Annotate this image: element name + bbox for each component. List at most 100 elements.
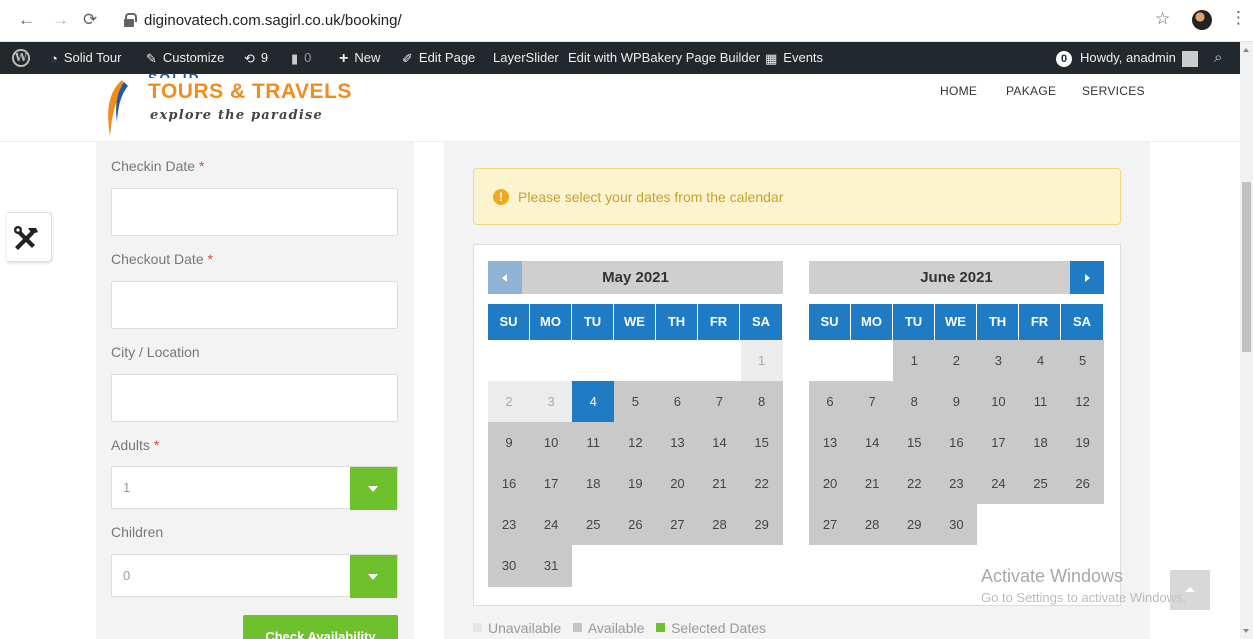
admin-site-link[interactable]: ◔ Solid Tour bbox=[50, 50, 121, 66]
day-cell[interactable]: 3 bbox=[977, 340, 1020, 382]
day-cell[interactable]: 8 bbox=[893, 381, 936, 423]
nav-services[interactable]: SERVICES bbox=[1082, 84, 1145, 98]
day-cell[interactable]: 27 bbox=[809, 504, 852, 546]
day-cell[interactable]: 9 bbox=[935, 381, 978, 423]
logo-title[interactable]: TOURS & TRAVELS bbox=[148, 80, 352, 104]
admin-comments-link[interactable]: ▮ 0 bbox=[291, 50, 311, 67]
day-cell[interactable]: 13 bbox=[656, 422, 699, 464]
profile-avatar[interactable] bbox=[1192, 10, 1212, 30]
page-scrollbar[interactable] bbox=[1240, 42, 1253, 639]
day-cell[interactable]: 25 bbox=[1019, 463, 1062, 505]
notification-badge[interactable]: 0 bbox=[1056, 50, 1072, 67]
day-cell[interactable]: 8 bbox=[740, 381, 783, 423]
day-cell[interactable]: 23 bbox=[488, 504, 531, 546]
day-cell[interactable]: 18 bbox=[1019, 422, 1062, 464]
required-mark: * bbox=[153, 437, 160, 453]
admin-events-link[interactable]: ▦ Events bbox=[765, 50, 823, 67]
prev-month-button[interactable] bbox=[488, 261, 522, 294]
forward-arrow-icon[interactable]: → bbox=[52, 10, 69, 30]
day-cell[interactable]: 21 bbox=[851, 463, 894, 505]
day-cell[interactable]: 21 bbox=[698, 463, 741, 505]
day-cell[interactable]: 30 bbox=[488, 545, 531, 587]
scrollbar-thumb[interactable] bbox=[1242, 182, 1251, 352]
day-cell[interactable]: 24 bbox=[530, 504, 573, 546]
day-cell[interactable]: 19 bbox=[1061, 422, 1104, 464]
day-cell[interactable]: 22 bbox=[893, 463, 936, 505]
scroll-to-top-button[interactable] bbox=[1170, 570, 1210, 610]
day-cell[interactable]: 9 bbox=[488, 422, 531, 464]
day-cell[interactable]: 31 bbox=[530, 545, 573, 587]
day-cell[interactable]: 6 bbox=[809, 381, 852, 423]
bookmark-star-icon[interactable]: ☆ bbox=[1155, 9, 1170, 29]
day-cell[interactable]: 18 bbox=[572, 463, 615, 505]
address-bar[interactable]: diginovatech.com.sagirl.co.uk/booking/ bbox=[112, 7, 1182, 35]
wordpress-logo-icon[interactable]: W bbox=[12, 49, 30, 67]
day-cell[interactable]: 6 bbox=[656, 381, 699, 423]
day-cell[interactable]: 11 bbox=[572, 422, 615, 464]
search-icon[interactable]: ⌕ bbox=[1214, 49, 1222, 66]
day-cell[interactable]: 14 bbox=[851, 422, 894, 464]
reload-icon[interactable]: ⟳ bbox=[83, 10, 97, 30]
tools-tab[interactable] bbox=[7, 212, 52, 262]
day-cell[interactable]: 29 bbox=[740, 504, 783, 546]
back-arrow-icon[interactable]: ← bbox=[18, 10, 35, 30]
nav-pakage[interactable]: PAKAGE bbox=[1006, 84, 1056, 98]
day-cell[interactable]: 10 bbox=[530, 422, 573, 464]
url-text[interactable]: diginovatech.com.sagirl.co.uk/booking/ bbox=[144, 12, 402, 29]
day-cell[interactable]: 12 bbox=[614, 422, 657, 464]
admin-wpbakery-link[interactable]: Edit with WPBakery Page Builder bbox=[568, 50, 760, 65]
day-cell[interactable]: 12 bbox=[1061, 381, 1104, 423]
children-select[interactable]: 0 bbox=[111, 554, 398, 598]
day-cell[interactable]: 27 bbox=[656, 504, 699, 546]
scroll-up-icon[interactable] bbox=[1243, 48, 1249, 52]
day-cell[interactable]: 1 bbox=[893, 340, 936, 382]
day-cell[interactable]: 4 bbox=[1019, 340, 1062, 382]
city-input[interactable] bbox=[111, 374, 398, 422]
chevron-down-icon[interactable] bbox=[350, 555, 397, 598]
checkin-date-input[interactable] bbox=[111, 188, 398, 236]
day-cell[interactable]: 17 bbox=[977, 422, 1020, 464]
browser-menu-icon[interactable]: ⋮ bbox=[1230, 8, 1247, 28]
admin-customize-link[interactable]: ✎ Customize bbox=[146, 50, 224, 67]
adults-select[interactable]: 1 bbox=[111, 466, 398, 510]
day-cell[interactable]: 17 bbox=[530, 463, 573, 505]
day-cell[interactable]: 20 bbox=[809, 463, 852, 505]
day-cell[interactable]: 10 bbox=[977, 381, 1020, 423]
day-cell[interactable]: 28 bbox=[698, 504, 741, 546]
day-cell[interactable]: 2 bbox=[935, 340, 978, 382]
day-cell[interactable]: 30 bbox=[935, 504, 978, 546]
day-cell[interactable]: 29 bbox=[893, 504, 936, 546]
day-cell[interactable]: 14 bbox=[698, 422, 741, 464]
day-cell[interactable]: 4 bbox=[572, 381, 615, 423]
day-cell[interactable]: 13 bbox=[809, 422, 852, 464]
day-cell[interactable]: 7 bbox=[851, 381, 894, 423]
day-cell[interactable]: 19 bbox=[614, 463, 657, 505]
day-cell[interactable]: 26 bbox=[614, 504, 657, 546]
day-cell[interactable]: 22 bbox=[740, 463, 783, 505]
checkout-date-input[interactable] bbox=[111, 281, 398, 329]
day-cell[interactable]: 26 bbox=[1061, 463, 1104, 505]
day-cell[interactable]: 11 bbox=[1019, 381, 1062, 423]
admin-layerslider-link[interactable]: LayerSlider bbox=[493, 50, 559, 65]
check-availability-button[interactable]: Check Availability bbox=[243, 615, 398, 639]
day-cell[interactable]: 20 bbox=[656, 463, 699, 505]
admin-updates-link[interactable]: ⟲ 9 bbox=[244, 50, 268, 67]
chevron-down-icon[interactable] bbox=[350, 467, 397, 510]
day-cell[interactable]: 5 bbox=[1061, 340, 1104, 382]
day-cell[interactable]: 16 bbox=[935, 422, 978, 464]
day-cell[interactable]: 16 bbox=[488, 463, 531, 505]
day-cell[interactable]: 25 bbox=[572, 504, 615, 546]
next-month-button[interactable] bbox=[1070, 261, 1104, 294]
nav-home[interactable]: HOME bbox=[940, 84, 977, 98]
day-cell[interactable]: 23 bbox=[935, 463, 978, 505]
day-cell[interactable]: 15 bbox=[740, 422, 783, 464]
day-cell[interactable]: 28 bbox=[851, 504, 894, 546]
admin-account-link[interactable]: 0 Howdy, anadmin bbox=[1056, 50, 1198, 67]
day-cell[interactable]: 7 bbox=[698, 381, 741, 423]
day-cell[interactable]: 5 bbox=[614, 381, 657, 423]
day-cell[interactable]: 24 bbox=[977, 463, 1020, 505]
scroll-down-icon[interactable] bbox=[1243, 629, 1249, 633]
admin-new-link[interactable]: + New bbox=[339, 50, 380, 67]
admin-edit-page-link[interactable]: ✐ Edit Page bbox=[402, 50, 475, 67]
day-cell[interactable]: 15 bbox=[893, 422, 936, 464]
